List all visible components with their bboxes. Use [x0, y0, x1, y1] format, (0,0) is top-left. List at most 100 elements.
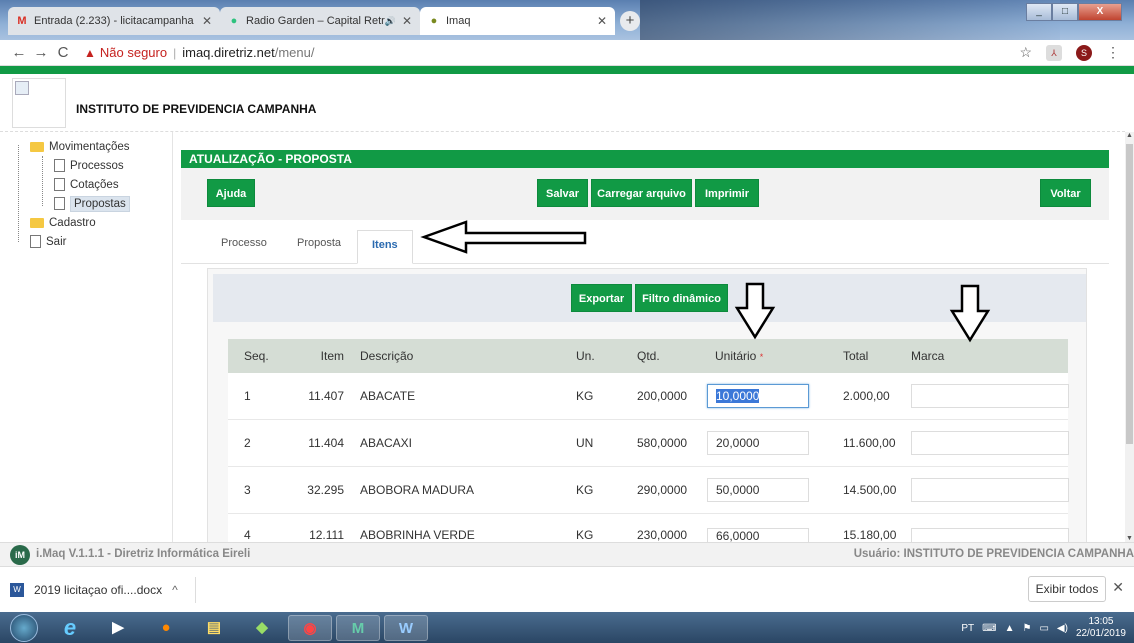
forward-arrow-icon[interactable]: →	[30, 44, 52, 61]
dynamic-filter-button[interactable]: Filtro dinâmico	[635, 284, 728, 312]
close-icon[interactable]: ✕	[1112, 579, 1124, 596]
close-icon[interactable]: ✕	[402, 14, 412, 28]
cell-desc: ABACATE	[360, 389, 416, 403]
tray-expand-icon[interactable]: ▲	[1005, 623, 1015, 634]
sidebar-item-cadastro[interactable]: Cadastro	[12, 213, 172, 232]
column-header-unit[interactable]: Unitário *	[697, 349, 827, 363]
column-header-qtd[interactable]: Qtd.	[621, 349, 697, 363]
flag-icon[interactable]: ⚑	[1022, 623, 1031, 634]
column-header-desc[interactable]: Descrição	[344, 349, 560, 363]
cell-item: 32.295	[307, 483, 344, 497]
cell-un: KG	[576, 528, 594, 542]
tab-itens[interactable]: Itens	[357, 230, 413, 264]
bookmark-star-icon[interactable]: ☆	[1019, 44, 1032, 61]
keyboard-icon[interactable]: ⌨	[982, 623, 996, 634]
maximize-button[interactable]: □	[1052, 3, 1078, 21]
media-player-icon[interactable]: ▶	[96, 615, 140, 641]
download-item[interactable]: W 2019 licitaçao ofi....docx ^	[10, 577, 196, 603]
imaq-taskbar-icon[interactable]: M	[336, 615, 380, 641]
window-controls: _ □ X	[1026, 3, 1122, 21]
scroll-up-icon[interactable]: ▲	[1125, 132, 1134, 139]
cell-desc: ABACAXI	[360, 436, 413, 450]
cell-qtd: 290,0000	[637, 483, 688, 497]
print-button[interactable]: Imprimir	[695, 179, 759, 207]
clock[interactable]: 13:05 22/01/2019	[1076, 616, 1126, 640]
sidebar-item-cotacoes[interactable]: Cotações	[12, 175, 172, 194]
sidebar-item-movimentacoes[interactable]: Movimentações	[12, 137, 172, 156]
back-arrow-icon[interactable]: ←	[8, 44, 30, 61]
help-button[interactable]: Ajuda	[207, 179, 255, 207]
column-header-total[interactable]: Total	[827, 349, 899, 363]
word-file-icon: W	[10, 583, 24, 597]
word-icon[interactable]: W	[384, 615, 428, 641]
unit-price-input[interactable]: 66,0000	[707, 528, 809, 543]
show-all-button[interactable]: Exibir todos	[1028, 576, 1106, 602]
pdf-extension-icon[interactable]: ⅄	[1046, 44, 1062, 61]
column-header-item[interactable]: Item	[286, 349, 344, 363]
cell-seq: 4	[244, 528, 251, 542]
imaq-logo-icon: iM	[10, 545, 30, 565]
close-icon[interactable]: ✕	[202, 14, 212, 28]
ie-icon[interactable]: e	[48, 615, 92, 641]
sidebar-item-processos[interactable]: Processos	[12, 156, 172, 175]
sidebar-item-sair[interactable]: Sair	[12, 232, 172, 251]
new-tab-button[interactable]: +	[620, 11, 640, 31]
export-button[interactable]: Exportar	[571, 284, 632, 312]
scrollbar-thumb[interactable]	[1126, 144, 1133, 444]
menu-dots-icon[interactable]: ⋮	[1106, 44, 1120, 61]
download-filename: 2019 licitaçao ofi....docx	[34, 583, 163, 597]
tab-proposta[interactable]: Proposta	[297, 234, 341, 264]
table-row[interactable]: 2 11.404 ABACAXI UN 580,0000 20,0000 11.…	[228, 420, 1069, 467]
volume-icon[interactable]: ◀)	[1057, 623, 1068, 634]
chevron-up-icon[interactable]: ^	[172, 583, 178, 597]
column-header-seq[interactable]: Seq.	[228, 349, 286, 363]
tab-processo[interactable]: Processo	[221, 234, 267, 264]
brand-input[interactable]	[911, 478, 1069, 502]
reload-icon[interactable]: C	[52, 44, 74, 61]
browser-tab-imaq[interactable]: ● Imaq ✕	[420, 7, 615, 35]
items-panel: Exportar Filtro dinâmico Seq. Item Descr…	[207, 268, 1087, 548]
url-field[interactable]: imaq.diretriz.net/menu/	[182, 45, 314, 60]
unit-price-input[interactable]: 50,0000	[707, 478, 809, 502]
org-logo	[12, 78, 66, 128]
file-explorer-icon[interactable]: ▤	[192, 615, 236, 641]
cell-un: KG	[576, 389, 594, 403]
page-scrollbar[interactable]: ▲ ▼	[1125, 132, 1134, 542]
profile-avatar[interactable]: S	[1076, 44, 1092, 61]
brand-input[interactable]	[911, 384, 1069, 408]
minimize-button[interactable]: _	[1026, 3, 1052, 21]
network-icon[interactable]: ▭	[1039, 623, 1048, 634]
column-header-marca[interactable]: Marca	[899, 349, 1069, 363]
tab-label: Entrada (2.233) - licitacampanha	[34, 15, 194, 27]
column-header-un[interactable]: Un.	[560, 349, 621, 363]
window-close-button[interactable]: X	[1078, 3, 1122, 21]
upload-file-button[interactable]: Carregar arquivo	[591, 179, 692, 207]
firefox-icon[interactable]: ●	[144, 615, 188, 641]
close-icon[interactable]: ✕	[597, 14, 607, 28]
cell-desc: ABOBORA MADURA	[360, 483, 475, 497]
sidebar-item-label: Processos	[70, 159, 124, 172]
back-button[interactable]: Voltar	[1040, 179, 1091, 207]
security-indicator[interactable]: ▲ Não seguro	[84, 45, 167, 60]
save-button[interactable]: Salvar	[537, 179, 588, 207]
table-row[interactable]: 4 12.111 ABOBRINHA VERDE KG 230,0000 66,…	[228, 514, 1069, 543]
scroll-down-icon[interactable]: ▼	[1125, 535, 1134, 542]
sidebar-item-label: Cadastro	[49, 216, 96, 229]
start-button[interactable]	[10, 614, 38, 642]
table-row[interactable]: 1 11.407 ABACATE KG 200,0000 10,0000 2.0…	[228, 373, 1069, 420]
sidebar-item-propostas[interactable]: Propostas	[12, 194, 172, 213]
cell-marca	[899, 528, 1069, 542]
audio-icon[interactable]: 🔊	[385, 16, 396, 27]
unit-price-input[interactable]: 20,0000	[707, 431, 809, 455]
chrome-icon[interactable]: ◉	[288, 615, 332, 641]
browser-tab-gmail[interactable]: M Entrada (2.233) - licitacampanha ✕	[8, 7, 220, 35]
paint-icon[interactable]: ◆	[240, 615, 284, 641]
language-indicator[interactable]: PT	[961, 623, 974, 634]
browser-tab-radio[interactable]: ● Radio Garden – Capital Retrô 🔊 ✕	[220, 7, 420, 35]
sidebar-item-label: Movimentações	[49, 140, 130, 153]
brand-input[interactable]	[911, 431, 1069, 455]
unit-price-input[interactable]: 10,0000	[707, 384, 809, 408]
table-row[interactable]: 3 32.295 ABOBORA MADURA KG 290,0000 50,0…	[228, 467, 1069, 514]
main-content: ATUALIZAÇÃO - PROPOSTA Ajuda Salvar Carr…	[181, 150, 1109, 548]
brand-input[interactable]	[911, 528, 1069, 542]
